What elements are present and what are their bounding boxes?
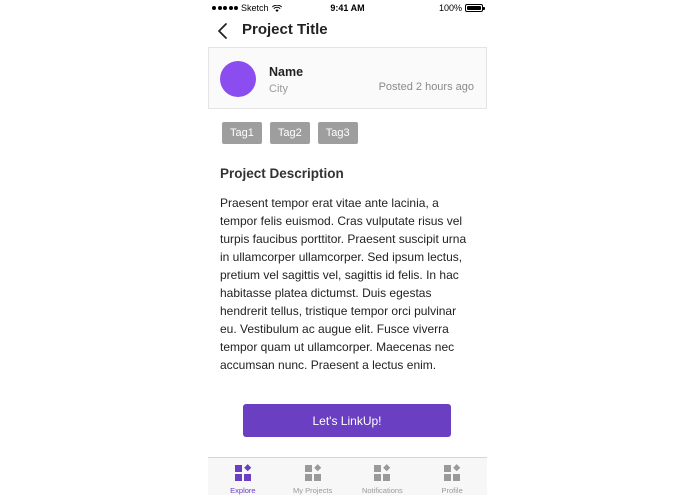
user-card[interactable]: Name City Posted 2 hours ago [208, 47, 487, 109]
chevron-left-icon[interactable] [216, 22, 230, 40]
tab-bar: Explore My Projects Notifications Profil… [208, 457, 487, 495]
shapes-icon [444, 464, 461, 481]
tab-my-projects[interactable]: My Projects [278, 458, 348, 495]
tag-list: Tag1 Tag2 Tag3 [222, 122, 358, 144]
shapes-icon [374, 464, 391, 481]
battery-percent: 100% [438, 3, 462, 13]
tag-chip[interactable]: Tag3 [317, 122, 358, 144]
battery-icon [465, 4, 485, 12]
tab-notifications[interactable]: Notifications [348, 458, 418, 495]
page-title: Project Title [242, 21, 328, 38]
status-bar: Sketch 9:41 AM 100% [208, 0, 487, 16]
avatar[interactable] [220, 61, 256, 97]
tag-chip[interactable]: Tag1 [222, 122, 262, 144]
phone-screen: Sketch 9:41 AM 100% Project Title Name C… [208, 0, 487, 495]
tab-explore[interactable]: Explore [208, 458, 278, 495]
nav-header: Project Title [208, 18, 487, 44]
user-city: City [269, 83, 288, 95]
description-heading: Project Description [220, 166, 344, 181]
shapes-icon [304, 464, 321, 481]
user-name: Name [269, 65, 304, 79]
tag-chip[interactable]: Tag2 [269, 122, 310, 144]
status-right: 100% [438, 3, 485, 13]
description-body: Praesent tempor erat vitae ante lacinia,… [220, 196, 467, 372]
linkup-button[interactable]: Let's LinkUp! [243, 404, 451, 437]
shapes-icon [234, 464, 252, 481]
tab-profile[interactable]: Profile [417, 458, 487, 495]
posted-time: Posted 2 hours ago [378, 81, 474, 93]
